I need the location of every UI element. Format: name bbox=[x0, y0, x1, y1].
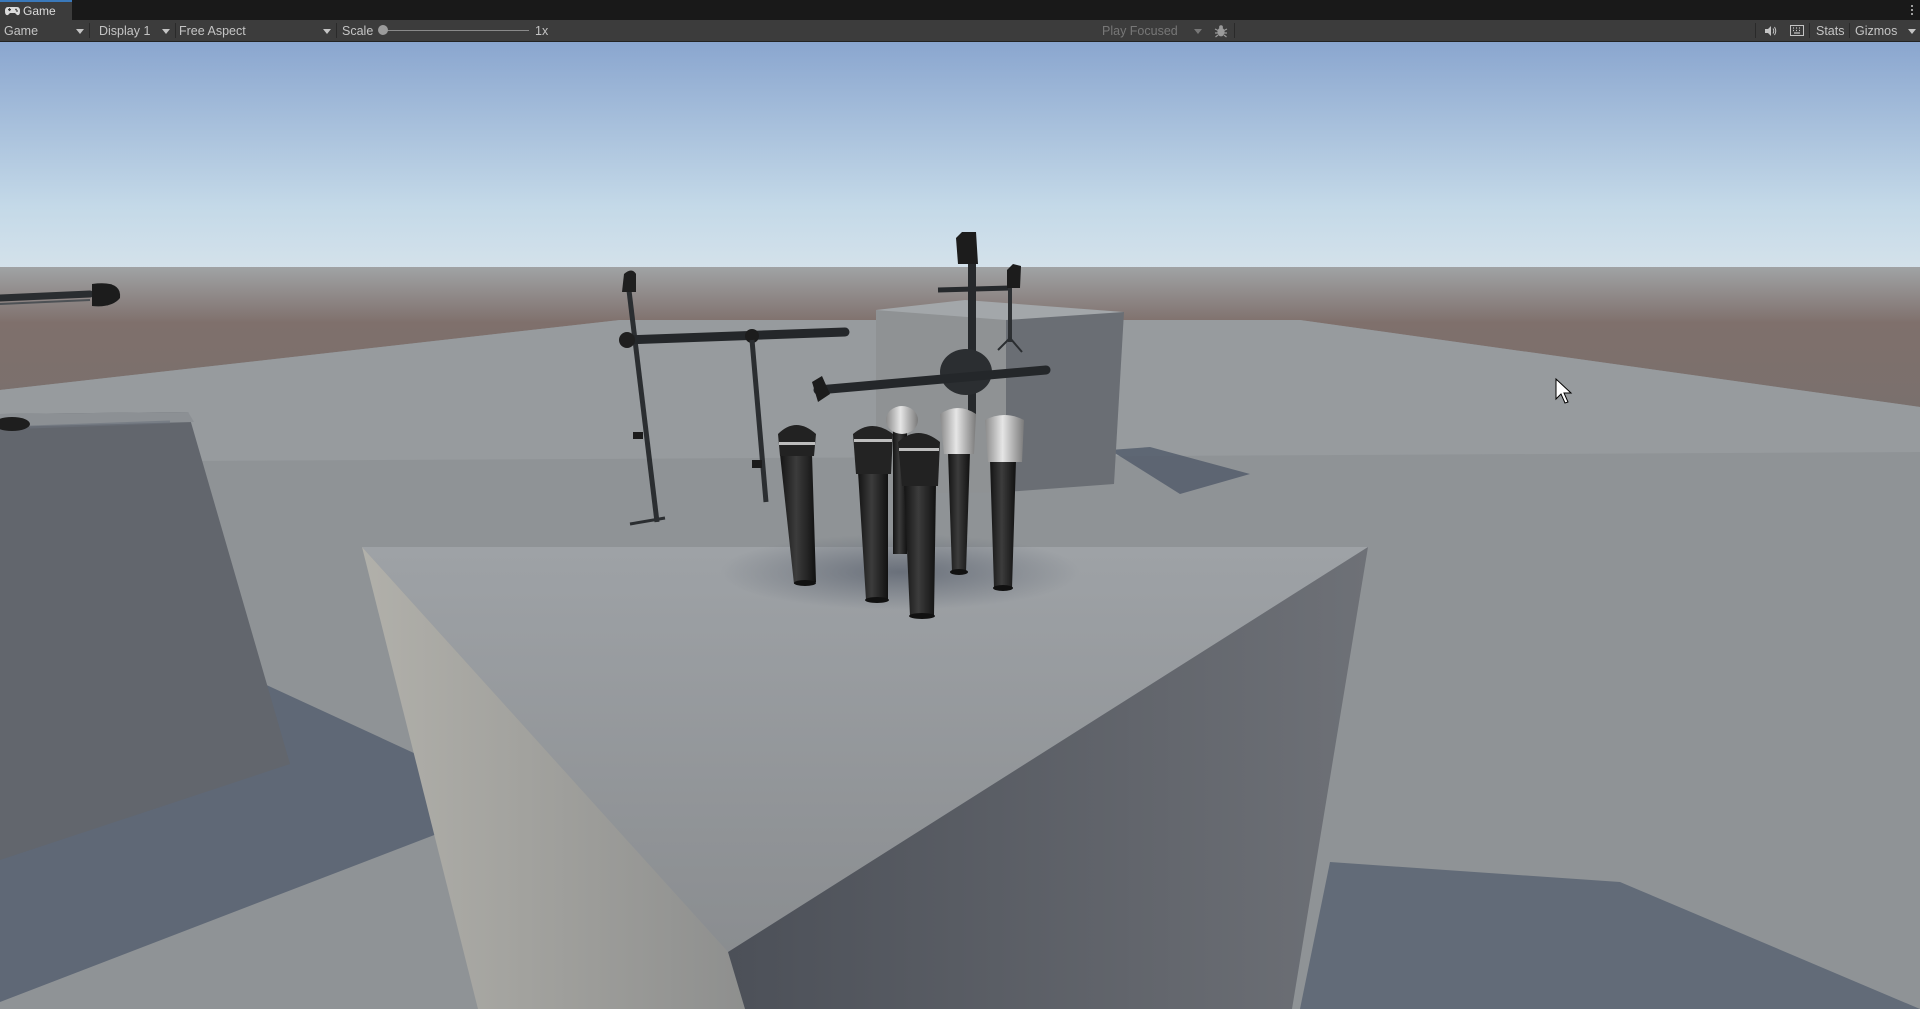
chevron-down-icon bbox=[323, 29, 331, 34]
scale-slider-track[interactable] bbox=[383, 30, 529, 31]
toolbar-divider bbox=[1849, 23, 1850, 38]
chevron-down-icon bbox=[162, 29, 170, 34]
game-window: Game Game Display 1 Free Aspect Scale 1x… bbox=[0, 0, 1920, 1009]
display-dropdown[interactable]: Display 1 bbox=[95, 20, 174, 41]
toolbar-divider bbox=[1755, 23, 1756, 38]
view-mode-value: Game bbox=[4, 23, 39, 38]
stats-button[interactable]: Stats bbox=[1816, 20, 1845, 41]
game-toolbar: Game Display 1 Free Aspect Scale 1x Play… bbox=[0, 20, 1920, 42]
scale-label: Scale bbox=[342, 23, 374, 38]
mute-audio-button[interactable] bbox=[1762, 20, 1778, 41]
bug-button[interactable] bbox=[1213, 20, 1229, 41]
toolbar-divider bbox=[89, 23, 90, 38]
gizmos-label: Gizmos bbox=[1855, 23, 1898, 38]
view-mode-dropdown[interactable]: Game bbox=[0, 20, 88, 41]
chevron-down-icon bbox=[76, 29, 84, 34]
keyboard-icon bbox=[1790, 25, 1804, 36]
display-value: Display 1 bbox=[99, 23, 151, 38]
scene-render bbox=[0, 42, 1920, 1009]
kebab-menu-icon[interactable] bbox=[1908, 2, 1916, 18]
chevron-down-icon bbox=[1194, 29, 1202, 34]
speaker-icon bbox=[1764, 25, 1776, 36]
gamepad-icon bbox=[5, 7, 20, 16]
play-mode-value: Play Focused bbox=[1102, 23, 1178, 38]
chevron-down-icon bbox=[1908, 29, 1916, 34]
tab-title: Game bbox=[23, 4, 56, 18]
toolbar-divider bbox=[1809, 23, 1810, 38]
scale-value: 1x bbox=[535, 23, 549, 38]
keyboard-shortcuts-button[interactable] bbox=[1788, 20, 1806, 41]
bug-icon bbox=[1214, 24, 1228, 37]
tab-game[interactable]: Game bbox=[0, 0, 72, 20]
tab-strip: Game bbox=[0, 0, 1920, 21]
aspect-dropdown[interactable]: Free Aspect bbox=[175, 20, 335, 41]
toolbar-divider bbox=[1234, 23, 1235, 38]
aspect-value: Free Aspect bbox=[179, 23, 246, 38]
game-viewport[interactable] bbox=[0, 42, 1920, 1009]
gizmos-dropdown[interactable]: Gizmos bbox=[1851, 20, 1920, 41]
play-mode-dropdown[interactable]: Play Focused bbox=[1098, 20, 1206, 41]
toolbar-divider bbox=[336, 23, 337, 38]
scale-slider-thumb[interactable] bbox=[378, 25, 388, 35]
